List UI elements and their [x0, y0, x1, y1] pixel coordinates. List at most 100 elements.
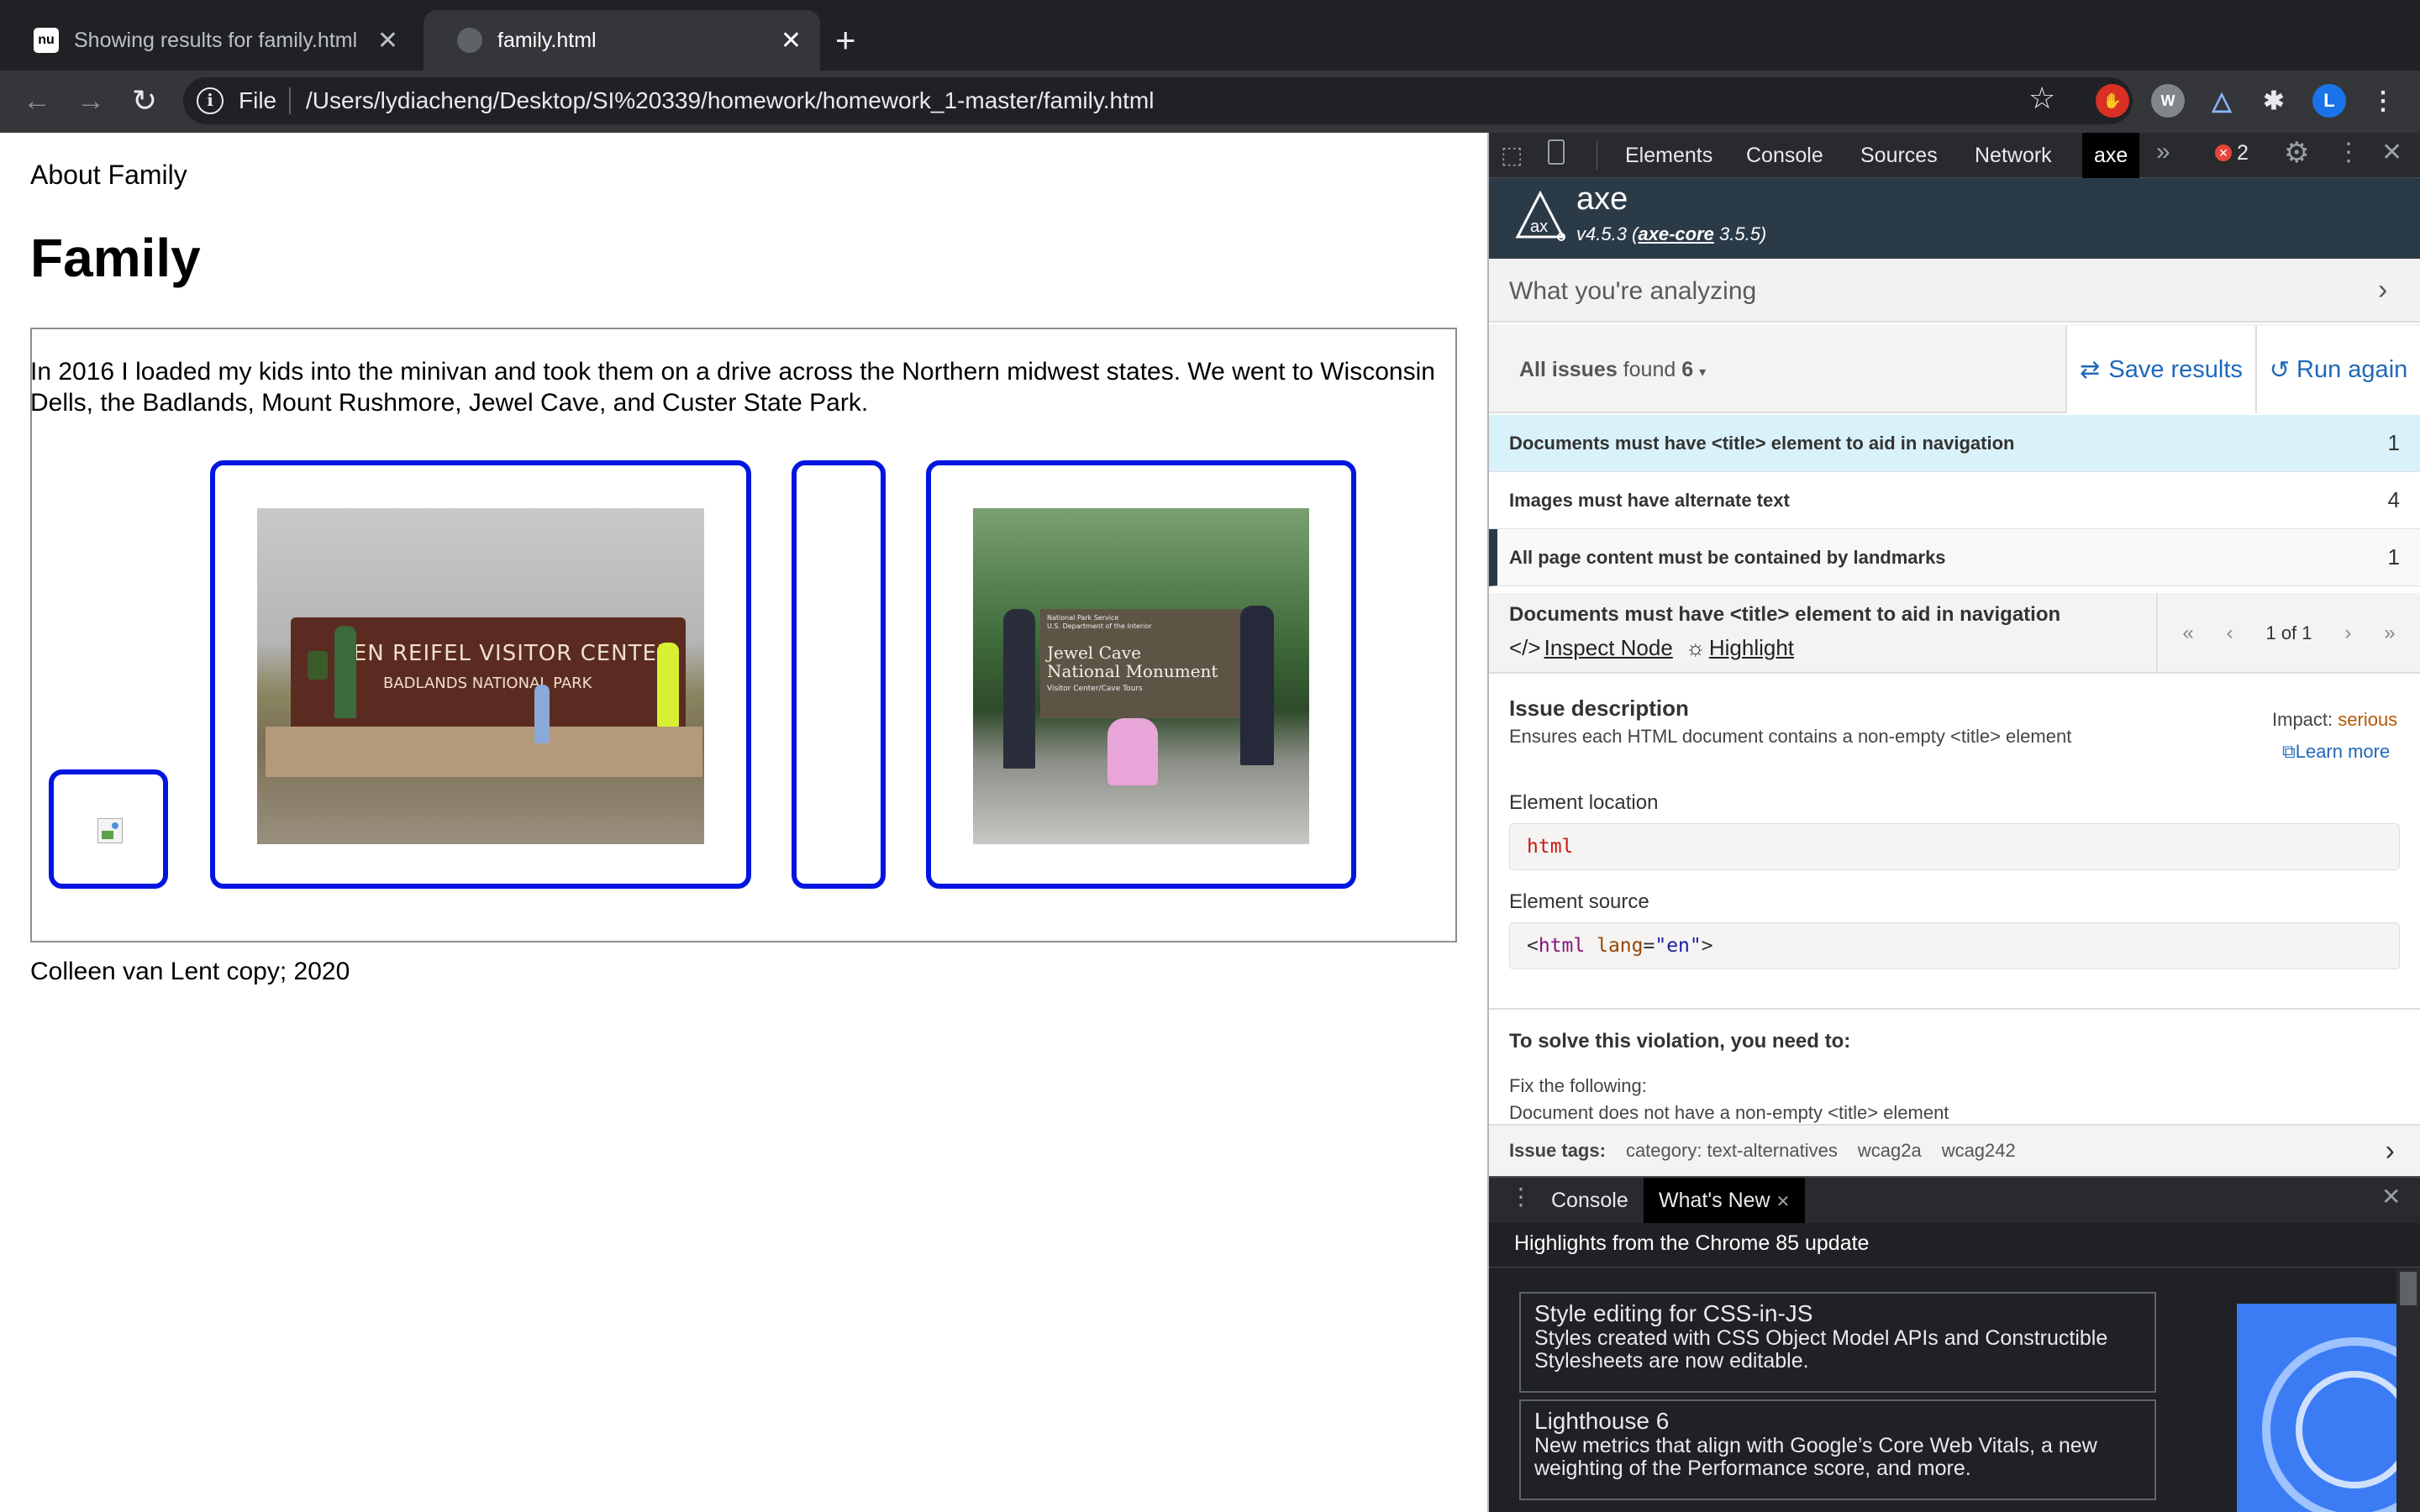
axe-extension-icon[interactable]: △	[2205, 84, 2238, 118]
browser-menu-icon[interactable]: ⋮	[2366, 84, 2400, 118]
issue-description-heading: Issue description	[1509, 696, 1689, 721]
url-text[interactable]: /Users/lydiacheng/Desktop/SI%20339/homew…	[306, 84, 1154, 118]
image-frame-1	[49, 769, 168, 889]
impact-indicator: Impact: serious	[2272, 709, 2397, 731]
all-issues-label: All issues	[1519, 358, 1618, 381]
settings-gear-icon[interactable]: ⚙	[2284, 136, 2309, 170]
devtools-tab-console[interactable]: Console	[1734, 133, 1835, 178]
sign-text-2: National Monument	[1047, 661, 1218, 681]
sign-text-1: BEN REIFEL VISITOR CENTER	[337, 641, 673, 666]
whats-new-label: What's New	[1659, 1189, 1770, 1212]
chevron-right-icon[interactable]: ›	[2386, 1135, 2395, 1168]
first-page-icon[interactable]: «	[2182, 622, 2193, 645]
close-tab-icon[interactable]: ✕	[1776, 1193, 1791, 1211]
intro-paragraph: In 2016 I loaded my kids into the miniva…	[30, 358, 1435, 417]
devtools-tab-sources[interactable]: Sources	[1849, 133, 1949, 178]
feature-title: Lighthouse 6	[1534, 1408, 1670, 1434]
scrollbar-thumb[interactable]	[2400, 1272, 2417, 1305]
feature-card[interactable]: Style editing for CSS-in-JS Styles creat…	[1519, 1292, 2156, 1393]
fix-detail: Document does not have a non-empty <titl…	[1509, 1102, 1949, 1123]
image-frame-3	[792, 460, 886, 889]
bookmark-star-icon[interactable]: ☆	[2028, 81, 2055, 116]
found-label: found	[1623, 358, 1676, 381]
learn-more-label: Learn more	[2295, 741, 2391, 762]
info-icon[interactable]: i	[197, 87, 224, 114]
wave-extension-icon[interactable]: W	[2151, 84, 2185, 118]
feature-description: New metrics that align with Google’s Cor…	[1534, 1434, 2097, 1480]
whats-new-heading: Highlights from the Chrome 85 update	[1514, 1231, 1870, 1255]
sign-small-text-2: U.S. Department of the Interior	[1047, 622, 1152, 630]
new-tab-button[interactable]: +	[835, 20, 856, 60]
svg-text:ax: ax	[1530, 218, 1548, 236]
image-frame-2: BEN REIFEL VISITOR CENTER BADLANDS NATIO…	[210, 460, 751, 889]
profile-avatar[interactable]: L	[2312, 84, 2346, 118]
scheme-label: File	[239, 87, 277, 113]
source-bracket: >	[1701, 935, 1713, 957]
run-again-button[interactable]: ↺ Run again	[2255, 326, 2420, 413]
axe-core-link[interactable]: axe-core	[1638, 223, 1714, 244]
issue-row[interactable]: All page content must be contained by la…	[1489, 529, 2420, 586]
inspect-node-label: Inspect Node	[1544, 635, 1673, 660]
issue-row[interactable]: Documents must have <title> element to a…	[1489, 415, 2420, 472]
more-tabs-icon[interactable]: »	[2156, 138, 2170, 166]
about-text: About Family	[30, 160, 187, 190]
feature-card[interactable]: Lighthouse 6 New metrics that align with…	[1519, 1399, 2156, 1500]
drawer-menu-icon[interactable]: ⋮	[1509, 1183, 1533, 1210]
devtools-tab-network[interactable]: Network	[1963, 133, 2064, 178]
inspect-node-link[interactable]: </> Inspect Node	[1509, 635, 1673, 661]
drawer-divider	[1489, 1267, 2420, 1268]
tab-title: family.html	[497, 28, 597, 52]
scrollbar-track[interactable]	[2396, 1268, 2420, 1512]
next-page-icon[interactable]: ›	[2344, 622, 2351, 645]
globe-icon	[457, 28, 482, 53]
save-results-button[interactable]: ⇄ Save results	[2065, 326, 2255, 413]
issue-title: Images must have alternate text	[1509, 489, 1790, 511]
tab-family[interactable]: family.html ✕	[424, 10, 820, 71]
issue-row[interactable]: Images must have alternate text 4	[1489, 472, 2420, 529]
issue-count: 4	[2387, 487, 2400, 512]
adblock-extension-icon[interactable]: ✋	[2096, 84, 2129, 118]
highlight-link[interactable]: ☼ Highlight	[1686, 635, 1794, 661]
learn-more-link[interactable]: ⧉Learn more	[2282, 741, 2390, 763]
axe-logo-icon: ax	[1515, 190, 1565, 241]
issue-tags-label: Issue tags:	[1509, 1140, 1606, 1161]
last-page-icon[interactable]: »	[2384, 622, 2395, 645]
close-drawer-icon[interactable]: ✕	[2381, 1183, 2401, 1210]
error-count[interactable]: 2	[2237, 141, 2249, 165]
error-icon[interactable]: ✕	[2215, 144, 2232, 161]
run-again-label: Run again	[2296, 355, 2408, 383]
close-devtools-icon[interactable]: ✕	[2381, 138, 2402, 167]
sign-small-text-1: National Park Service	[1047, 614, 1119, 622]
close-tab-icon[interactable]: ✕	[377, 26, 398, 55]
issue-detail-title: Documents must have <title> element to a…	[1509, 603, 2061, 626]
drawer-tab-whats-new[interactable]: What's New ✕	[1644, 1178, 1806, 1223]
devtools-menu-icon[interactable]: ⋮	[2336, 138, 2361, 167]
issue-description-text: Ensures each HTML document contains a no…	[1509, 726, 2072, 747]
issue-tags-bar: Issue tags: category: text-alternatives …	[1489, 1124, 2420, 1176]
source-equals: =	[1643, 935, 1655, 957]
reload-button[interactable]: ↻	[124, 79, 165, 123]
impact-value: serious	[2338, 709, 2398, 730]
inspect-element-icon[interactable]: ⬚	[1501, 141, 1523, 169]
extensions-puzzle-icon[interactable]: ✱	[2257, 84, 2291, 118]
forward-button[interactable]: →	[71, 79, 111, 123]
previous-page-icon[interactable]: ‹	[2227, 622, 2233, 645]
element-location-heading: Element location	[1509, 791, 1659, 814]
drawer-tab-console[interactable]: Console	[1536, 1178, 1644, 1223]
axe-version: v4.5.3 (axe-core 3.5.5)	[1576, 223, 1766, 245]
core-version-text: 3.5.5)	[1713, 223, 1767, 244]
broken-image-icon	[97, 818, 123, 843]
image-frame-4: National Park Service U.S. Department of…	[926, 460, 1356, 889]
external-link-icon: ⧉	[2282, 741, 2296, 762]
tab-results[interactable]: nu Showing results for family.html ✕	[0, 10, 417, 71]
back-button[interactable]: ←	[17, 79, 57, 123]
axe-header	[1489, 178, 2420, 259]
chevron-right-icon[interactable]: ›	[2378, 274, 2387, 307]
devtools-tab-axe[interactable]: axe	[2082, 133, 2140, 178]
nu-favicon-icon: nu	[34, 28, 59, 53]
close-tab-icon[interactable]: ✕	[781, 26, 802, 55]
devtools-tab-elements[interactable]: Elements	[1613, 133, 1724, 178]
page-heading: Family	[30, 228, 201, 288]
all-issues-dropdown[interactable]: All issues found 6 ▾	[1519, 358, 1706, 382]
device-toolbar-icon[interactable]	[1548, 139, 1565, 165]
